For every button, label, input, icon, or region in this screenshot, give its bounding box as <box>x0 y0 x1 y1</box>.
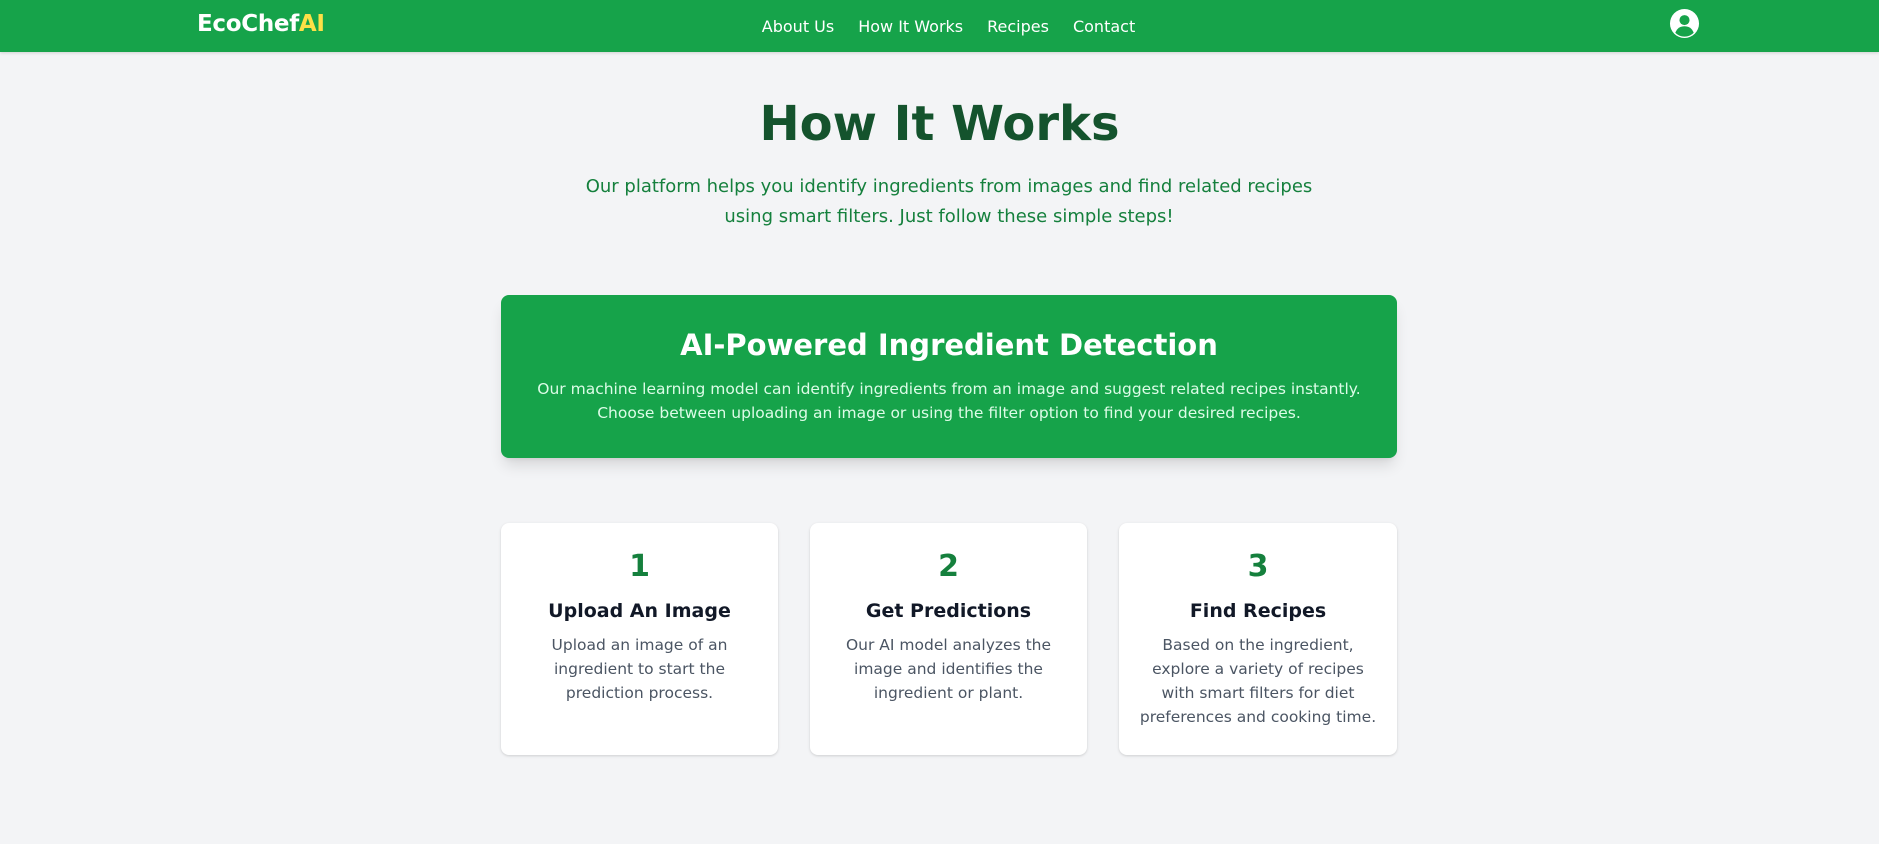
page-subtitle: Our platform helps you identify ingredie… <box>585 176 1313 227</box>
step-number: 1 <box>629 549 650 584</box>
user-circle-svg <box>1669 8 1700 39</box>
step-card-predictions: 2 Get Predictions Our AI model analyzes … <box>810 523 1087 755</box>
step-number: 3 <box>1247 549 1269 584</box>
step-card-upload: 1 Upload An Image Upload an image of an … <box>501 523 778 755</box>
nav-link-recipes[interactable]: Recipes <box>987 17 1049 36</box>
step-title: Find Recipes <box>1189 600 1327 622</box>
step-description: Based on the ingredient, explore a varie… <box>1139 636 1377 726</box>
nav-link-contact[interactable]: Contact <box>1073 17 1135 36</box>
user-circle-icon[interactable] <box>1669 8 1700 39</box>
nav-link-about-us[interactable]: About Us <box>762 17 834 36</box>
feature-description: Our machine learning model can identify … <box>537 380 1361 422</box>
step-title: Get Predictions <box>865 600 1032 622</box>
nav-links: About Us How It Works Recipes Contact <box>0 0 1879 52</box>
step-card-recipes: 3 Find Recipes Based on the ingredient, … <box>1119 523 1397 755</box>
top-navbar: EcoChefAI About Us How It Works Recipes … <box>0 0 1879 52</box>
step-title: Upload An Image <box>548 600 731 622</box>
nav-link-how-it-works[interactable]: How It Works <box>858 17 963 36</box>
feature-card: AI-Powered Ingredient Detection Our mach… <box>501 295 1397 458</box>
step-description: Upload an image of an ingredient to star… <box>551 636 728 702</box>
page-title: How It Works <box>759 96 1120 152</box>
feature-title: AI-Powered Ingredient Detection <box>680 328 1218 362</box>
step-number: 2 <box>938 549 959 584</box>
step-description: Our AI model analyzes the image and iden… <box>845 636 1052 702</box>
